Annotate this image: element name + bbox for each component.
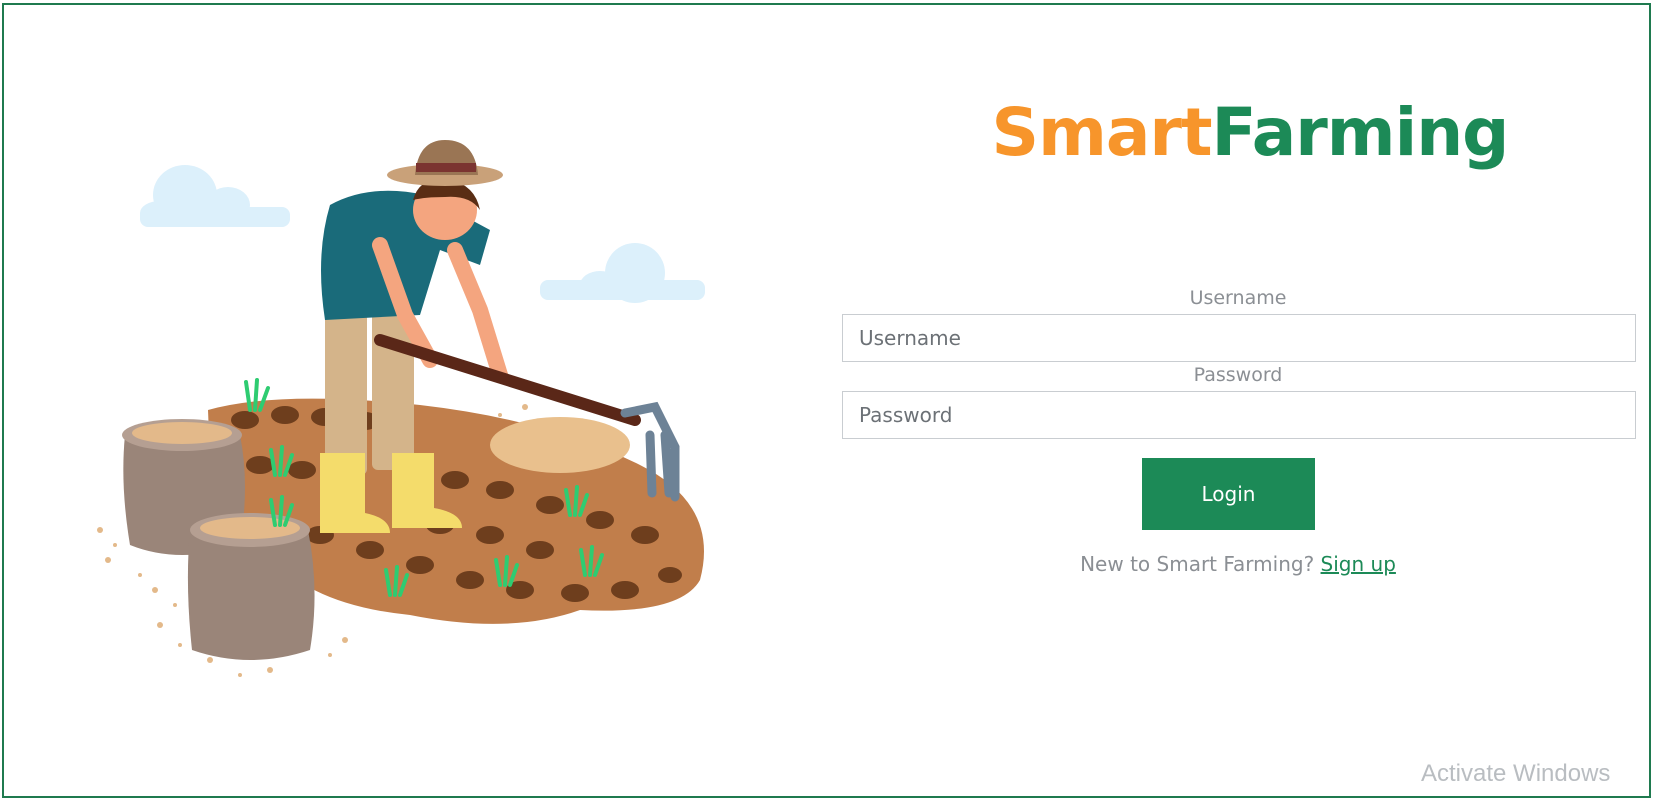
seed-pile: [490, 417, 630, 473]
brand-farming: Farming: [1211, 94, 1510, 171]
username-input[interactable]: Username: [842, 314, 1636, 362]
signup-line: New to Smart Farming? Sign up: [842, 552, 1634, 576]
farmer-illustration: [97, 140, 705, 677]
username-label: Username: [1189, 287, 1287, 309]
activate-windows-watermark: Activate Windows: [1421, 760, 1611, 787]
farmer-leg-left: [325, 310, 367, 475]
sack-front: [187, 513, 315, 660]
password-label: Password: [1193, 364, 1283, 386]
login-button[interactable]: Login: [1142, 458, 1315, 530]
signup-prompt: New to Smart Farming?: [1080, 552, 1315, 576]
cloud-right: [540, 243, 705, 303]
cloud-left: [140, 165, 290, 227]
password-input[interactable]: Password: [842, 391, 1636, 439]
brand-logo: SmartFarming: [840, 100, 1653, 166]
brand-smart: Smart: [991, 94, 1213, 171]
signup-link[interactable]: Sign up: [1321, 552, 1396, 576]
